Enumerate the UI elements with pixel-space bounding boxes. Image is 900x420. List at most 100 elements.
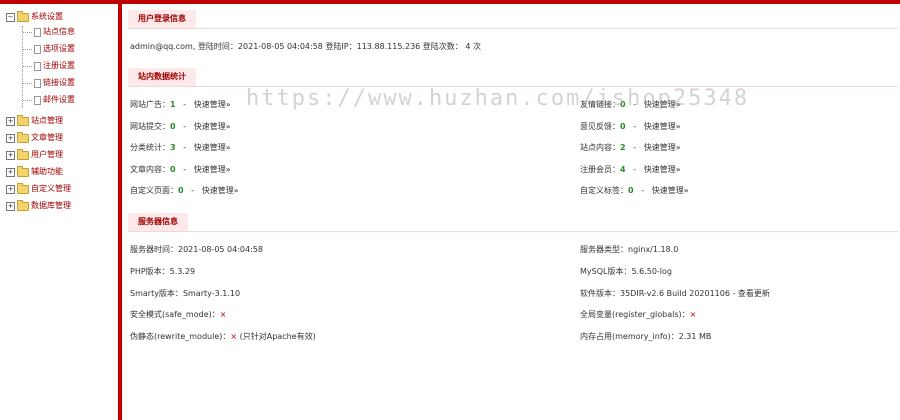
tree-node-database-manage[interactable]: + 数据库管理 <box>6 199 71 213</box>
server-label: 安全模式(safe_mode)： <box>130 310 220 319</box>
stat-count: 0 <box>628 186 634 195</box>
expand-icon[interactable]: + <box>6 201 15 211</box>
server-row-type: 服务器类型：nginx/1.18.0 <box>580 244 678 256</box>
stat-count: 0 <box>178 186 184 195</box>
stat-sep: - <box>641 186 645 195</box>
expand-icon[interactable]: + <box>6 116 15 126</box>
server-row-memory: 内存占用(memory_info)：2.31 MB <box>580 331 711 343</box>
page-icon <box>34 78 41 88</box>
server-row-php: PHP版本：5.3.29 <box>130 266 195 278</box>
cross-icon: × <box>230 332 238 341</box>
tree-item-links[interactable]: 链接设置 <box>34 76 75 90</box>
quick-manage-link[interactable]: 快速管理» <box>194 122 231 131</box>
tree-node-system-settings[interactable]: − 系统设置 <box>6 10 63 24</box>
section-title-stats: 站内数据统计 <box>128 68 196 86</box>
stat-sep: - <box>183 143 187 152</box>
tree-item-register[interactable]: 注册设置 <box>34 59 75 73</box>
tree-label: 系统设置 <box>31 12 63 21</box>
stat-row-ads: 网站广告：1 - 快速管理» <box>130 99 231 111</box>
server-label: 全局变量(register_globals)： <box>580 310 690 319</box>
stat-row-members: 注册会员：4 - 快速管理» <box>580 164 681 176</box>
page-icon <box>34 61 41 71</box>
tree-node-aux-functions[interactable]: + 辅助功能 <box>6 165 63 179</box>
server-label: Smarty版本： <box>130 289 183 298</box>
cross-icon: × <box>689 310 697 319</box>
tree-branch-line <box>23 49 32 50</box>
expand-icon[interactable]: + <box>6 133 15 143</box>
server-value: 2.31 MB <box>678 332 712 341</box>
cross-icon: × <box>219 310 227 319</box>
quick-manage-link[interactable]: 快速管理» <box>644 165 681 174</box>
stat-row-custom-tags: 自定义标签：0 - 快速管理» <box>580 185 689 197</box>
watermark-text: https://www.huzhan.com/ishop25348 <box>246 86 750 111</box>
server-value: Smarty-3.1.10 <box>182 289 241 298</box>
server-row-smarty: Smarty版本：Smarty-3.1.10 <box>130 288 240 300</box>
stat-count: 0 <box>170 122 176 131</box>
server-row-rewrite: 伪静态(rewrite_module)：× (只针对Apache有效) <box>130 331 316 343</box>
tree-label: 链接设置 <box>43 78 75 87</box>
server-label: 服务器时间： <box>130 245 178 254</box>
tree-label: 数据库管理 <box>31 201 71 210</box>
server-row-register-globals: 全局变量(register_globals)：× <box>580 309 696 321</box>
tree-node-user-manage[interactable]: + 用户管理 <box>6 148 63 162</box>
stat-sep: - <box>183 165 187 174</box>
server-note: (只针对Apache有效) <box>239 332 316 341</box>
stat-row-submissions: 网站提交：0 - 快速管理» <box>130 121 231 133</box>
collapse-icon[interactable]: − <box>6 12 15 22</box>
server-value: nginx/1.18.0 <box>628 245 679 254</box>
quick-manage-link[interactable]: 快速管理» <box>644 122 681 131</box>
top-accent-bar <box>0 0 900 4</box>
quick-manage-link[interactable]: 快速管理» <box>652 186 689 195</box>
stat-count: 0 <box>170 165 176 174</box>
section-title-login: 用户登录信息 <box>128 10 196 28</box>
stat-row-feedback: 意见反馈：0 - 快速管理» <box>580 121 681 133</box>
tree-node-site-manage[interactable]: + 站点管理 <box>6 114 63 128</box>
stat-sep: - <box>191 186 195 195</box>
page-icon <box>34 27 41 37</box>
tree-branch-line <box>23 32 32 33</box>
quick-manage-link[interactable]: 快速管理» <box>202 186 239 195</box>
expand-icon[interactable]: + <box>6 167 15 177</box>
expand-icon[interactable]: + <box>6 184 15 194</box>
server-label: 服务器类型： <box>580 245 628 254</box>
tree-item-mail[interactable]: 邮件设置 <box>34 93 75 107</box>
quick-manage-link[interactable]: 快速管理» <box>194 165 231 174</box>
folder-icon <box>17 199 29 211</box>
stat-label: 意见反馈： <box>580 122 620 131</box>
quick-manage-link[interactable]: 快速管理» <box>194 100 231 109</box>
tree-node-custom-manage[interactable]: + 自定义管理 <box>6 182 71 196</box>
folder-icon <box>17 148 29 160</box>
login-info-line: admin@qq.com, 登陆时间：2021-08-05 04:04:58 登… <box>130 42 481 51</box>
quick-manage-link[interactable]: 快速管理» <box>644 143 681 152</box>
tree-guide-line <box>22 26 23 108</box>
stat-label: 网站提交： <box>130 122 170 131</box>
tree-item-site-info[interactable]: 站点信息 <box>34 25 75 39</box>
stat-count: 3 <box>170 143 176 152</box>
tree-label: 选项设置 <box>43 44 75 53</box>
server-label: 伪静态(rewrite_module)： <box>130 332 231 341</box>
sidebar-tree: − 系统设置 站点信息 选项设置 注册设置 链接设置 邮件设置 + 站点管理 + 文章… <box>0 4 122 420</box>
tree-label: 注册设置 <box>43 61 75 70</box>
tree-label: 文章管理 <box>31 133 63 142</box>
section-divider <box>128 231 898 232</box>
server-value: 2021-08-05 04:04:58 <box>178 245 263 254</box>
stat-count: 4 <box>620 165 626 174</box>
server-value: 5.6.50-log <box>631 267 672 276</box>
folder-icon <box>17 114 29 126</box>
quick-manage-link[interactable]: 快速管理» <box>194 143 231 152</box>
server-value[interactable]: 35DIR-v2.6 Build 20201106 - 查看更新 <box>620 289 770 298</box>
server-label: 软件版本： <box>580 289 620 298</box>
stat-sep: - <box>633 143 637 152</box>
tree-label: 辅助功能 <box>31 167 63 176</box>
expand-icon[interactable]: + <box>6 150 15 160</box>
tree-item-options[interactable]: 选项设置 <box>34 42 75 56</box>
server-label: 内存占用(memory_info)： <box>580 332 679 341</box>
tree-branch-line <box>23 83 32 84</box>
stat-count: 0 <box>620 122 626 131</box>
stat-sep: - <box>633 165 637 174</box>
stat-row-articles: 文章内容：0 - 快速管理» <box>130 164 231 176</box>
stat-sep: - <box>183 100 187 109</box>
page-icon <box>34 95 41 105</box>
tree-node-article-manage[interactable]: + 文章管理 <box>6 131 63 145</box>
tree-label: 用户管理 <box>31 150 63 159</box>
